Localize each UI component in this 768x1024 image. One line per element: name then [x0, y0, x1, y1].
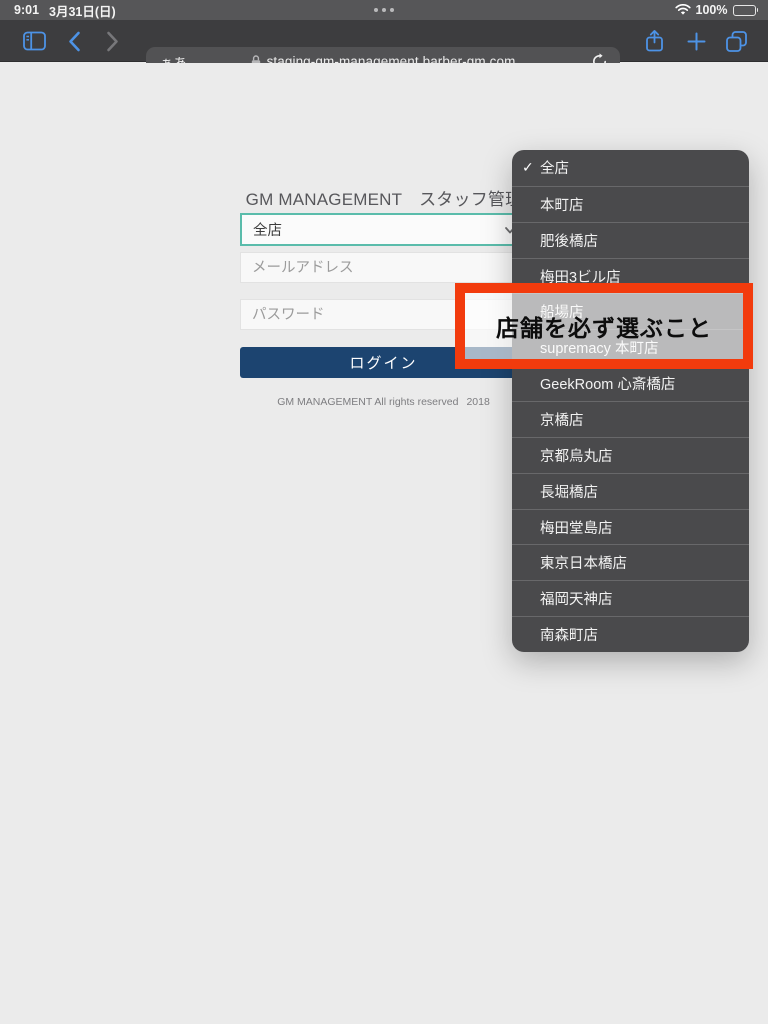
dropdown-option[interactable]: ✓ 梅田堂島店 — [512, 509, 749, 545]
dropdown-option-label: 福岡天神店 — [540, 588, 613, 609]
copyright-footer: GM MANAGEMENT All rights reserved2018 — [240, 396, 527, 408]
dropdown-option[interactable]: ✓ 東京日本橋店 — [512, 544, 749, 580]
dropdown-option[interactable]: ✓ 南森町店 — [512, 616, 749, 652]
footer-year: 2018 — [462, 396, 493, 408]
annotation-text: 店舗を必ず選ぶこと — [496, 309, 712, 343]
footer-text: GM MANAGEMENT All rights reserved — [273, 396, 462, 408]
store-dropdown: ✓ 全店 ✓ 本町店 ✓ 肥後橋店 ✓ 梅田3ビル店 ✓ 船場店 — [512, 150, 749, 652]
back-icon[interactable] — [62, 20, 86, 62]
dropdown-option[interactable]: ✓ 福岡天神店 — [512, 580, 749, 616]
store-select-value: 全店 — [253, 219, 282, 240]
dropdown-option-label: 長堀橋店 — [540, 481, 598, 502]
multitask-dots-icon[interactable] — [0, 0, 768, 20]
dropdown-option-label: 全店 — [540, 157, 569, 178]
dropdown-option-label: 肥後橋店 — [540, 230, 598, 251]
email-field[interactable] — [240, 252, 527, 283]
checkmark-icon: ✓ — [522, 159, 534, 176]
store-select[interactable]: 全店 — [240, 213, 527, 246]
dropdown-option-label: 梅田堂島店 — [540, 517, 613, 538]
forward-icon[interactable] — [100, 20, 124, 62]
dropdown-option-label: GeekRoom 心斎橋店 — [540, 373, 675, 394]
dropdown-option[interactable]: ✓ GeekRoom 心斎橋店 — [512, 365, 749, 401]
status-bar: 9:01 3月31日(日) 100% — [0, 0, 768, 20]
wifi-icon — [675, 4, 691, 16]
dropdown-option[interactable]: ✓ 長堀橋店 — [512, 473, 749, 509]
battery-icon — [733, 5, 759, 16]
ipad-screen: 9:01 3月31日(日) 100% — [0, 0, 768, 1024]
dropdown-option-label: 京橋店 — [540, 409, 584, 430]
dropdown-option-label: 京都烏丸店 — [540, 445, 613, 466]
dropdown-option-label: 本町店 — [540, 194, 584, 215]
battery-percent: 100% — [696, 3, 728, 17]
annotation-highlight-box: 店舗を必ず選ぶこと — [455, 283, 753, 369]
dropdown-option[interactable]: ✓ 肥後橋店 — [512, 222, 749, 258]
safari-toolbar: ぁあ staging-gm-management.barber-gm.com — [0, 20, 768, 62]
login-button-label: ログイン — [349, 352, 417, 373]
dropdown-option-label: 南森町店 — [540, 624, 598, 645]
dropdown-option[interactable]: ✓ 京橋店 — [512, 401, 749, 437]
dropdown-option-label: 東京日本橋店 — [540, 552, 627, 573]
dropdown-option[interactable]: ✓ 全店 — [512, 150, 749, 186]
dropdown-option[interactable]: ✓ 京都烏丸店 — [512, 437, 749, 473]
dropdown-option[interactable]: ✓ 本町店 — [512, 186, 749, 222]
tabs-icon[interactable] — [722, 20, 750, 62]
share-icon[interactable] — [641, 20, 667, 62]
new-tab-icon[interactable] — [683, 20, 709, 62]
sidebar-icon[interactable] — [20, 20, 48, 62]
